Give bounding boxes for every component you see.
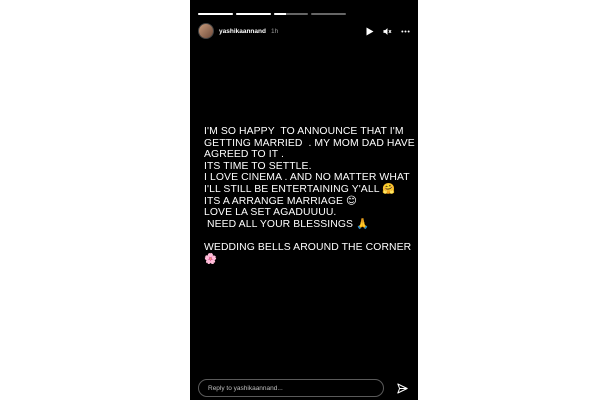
- progress-segment: [198, 13, 233, 15]
- caption-line: AGREED TO IT .: [204, 149, 284, 161]
- caption-line: I LOVE CINEMA . AND NO MATTER WHAT: [204, 172, 410, 184]
- progress-segment-fill: [235, 13, 271, 15]
- progress-segment: [311, 13, 346, 15]
- caption-line: 🌸: [204, 253, 218, 265]
- progress-segment: [235, 13, 271, 15]
- volume-icon[interactable]: [383, 27, 392, 36]
- progress-segment-fill: [198, 13, 233, 15]
- story-caption: I'M SO HAPPY TO ANNOUNCE THAT I'M GETTING…: [204, 126, 415, 265]
- story-controls: [365, 27, 410, 36]
- reply-input[interactable]: [198, 379, 384, 397]
- username[interactable]: yashikaannand: [219, 28, 266, 35]
- caption-line: [204, 230, 414, 242]
- caption-line: I'LL STILL BE ENTERTAINING Y'ALL 🤗: [204, 183, 396, 195]
- post-time: 1h: [270, 27, 279, 35]
- page: yashikaannand 1h I'M SO HAPPY TO ANNOUNC…: [0, 0, 600, 400]
- caption-line: ITS TIME TO SETTLE.: [204, 160, 312, 172]
- caption-line: NEED ALL YOUR BLESSINGS 🙏: [204, 218, 370, 230]
- caption-line: GETTING MARRIED . MY MOM DAD HAVE: [204, 137, 415, 149]
- send-icon[interactable]: [394, 380, 410, 396]
- progress-segment-fill: [273, 13, 286, 15]
- story-progress-bar: [198, 13, 346, 15]
- story-footer: [198, 378, 410, 398]
- caption-line: ITS A ARRANGE MARRIAGE 😊: [204, 195, 357, 207]
- caption-line: LOVE LA SET AGADUUUU.: [204, 207, 337, 219]
- progress-segment: [273, 13, 309, 15]
- avatar[interactable]: [198, 23, 214, 39]
- caption-line: I'M SO HAPPY TO ANNOUNCE THAT I'M: [204, 126, 404, 137]
- play-icon[interactable]: [365, 27, 374, 36]
- story-header: yashikaannand 1h: [198, 22, 410, 40]
- caption-line: WEDDING BELLS AROUND THE CORNER: [204, 241, 412, 253]
- story-viewer[interactable]: yashikaannand 1h I'M SO HAPPY TO ANNOUNC…: [190, 0, 418, 400]
- more-options-icon[interactable]: [401, 27, 410, 36]
